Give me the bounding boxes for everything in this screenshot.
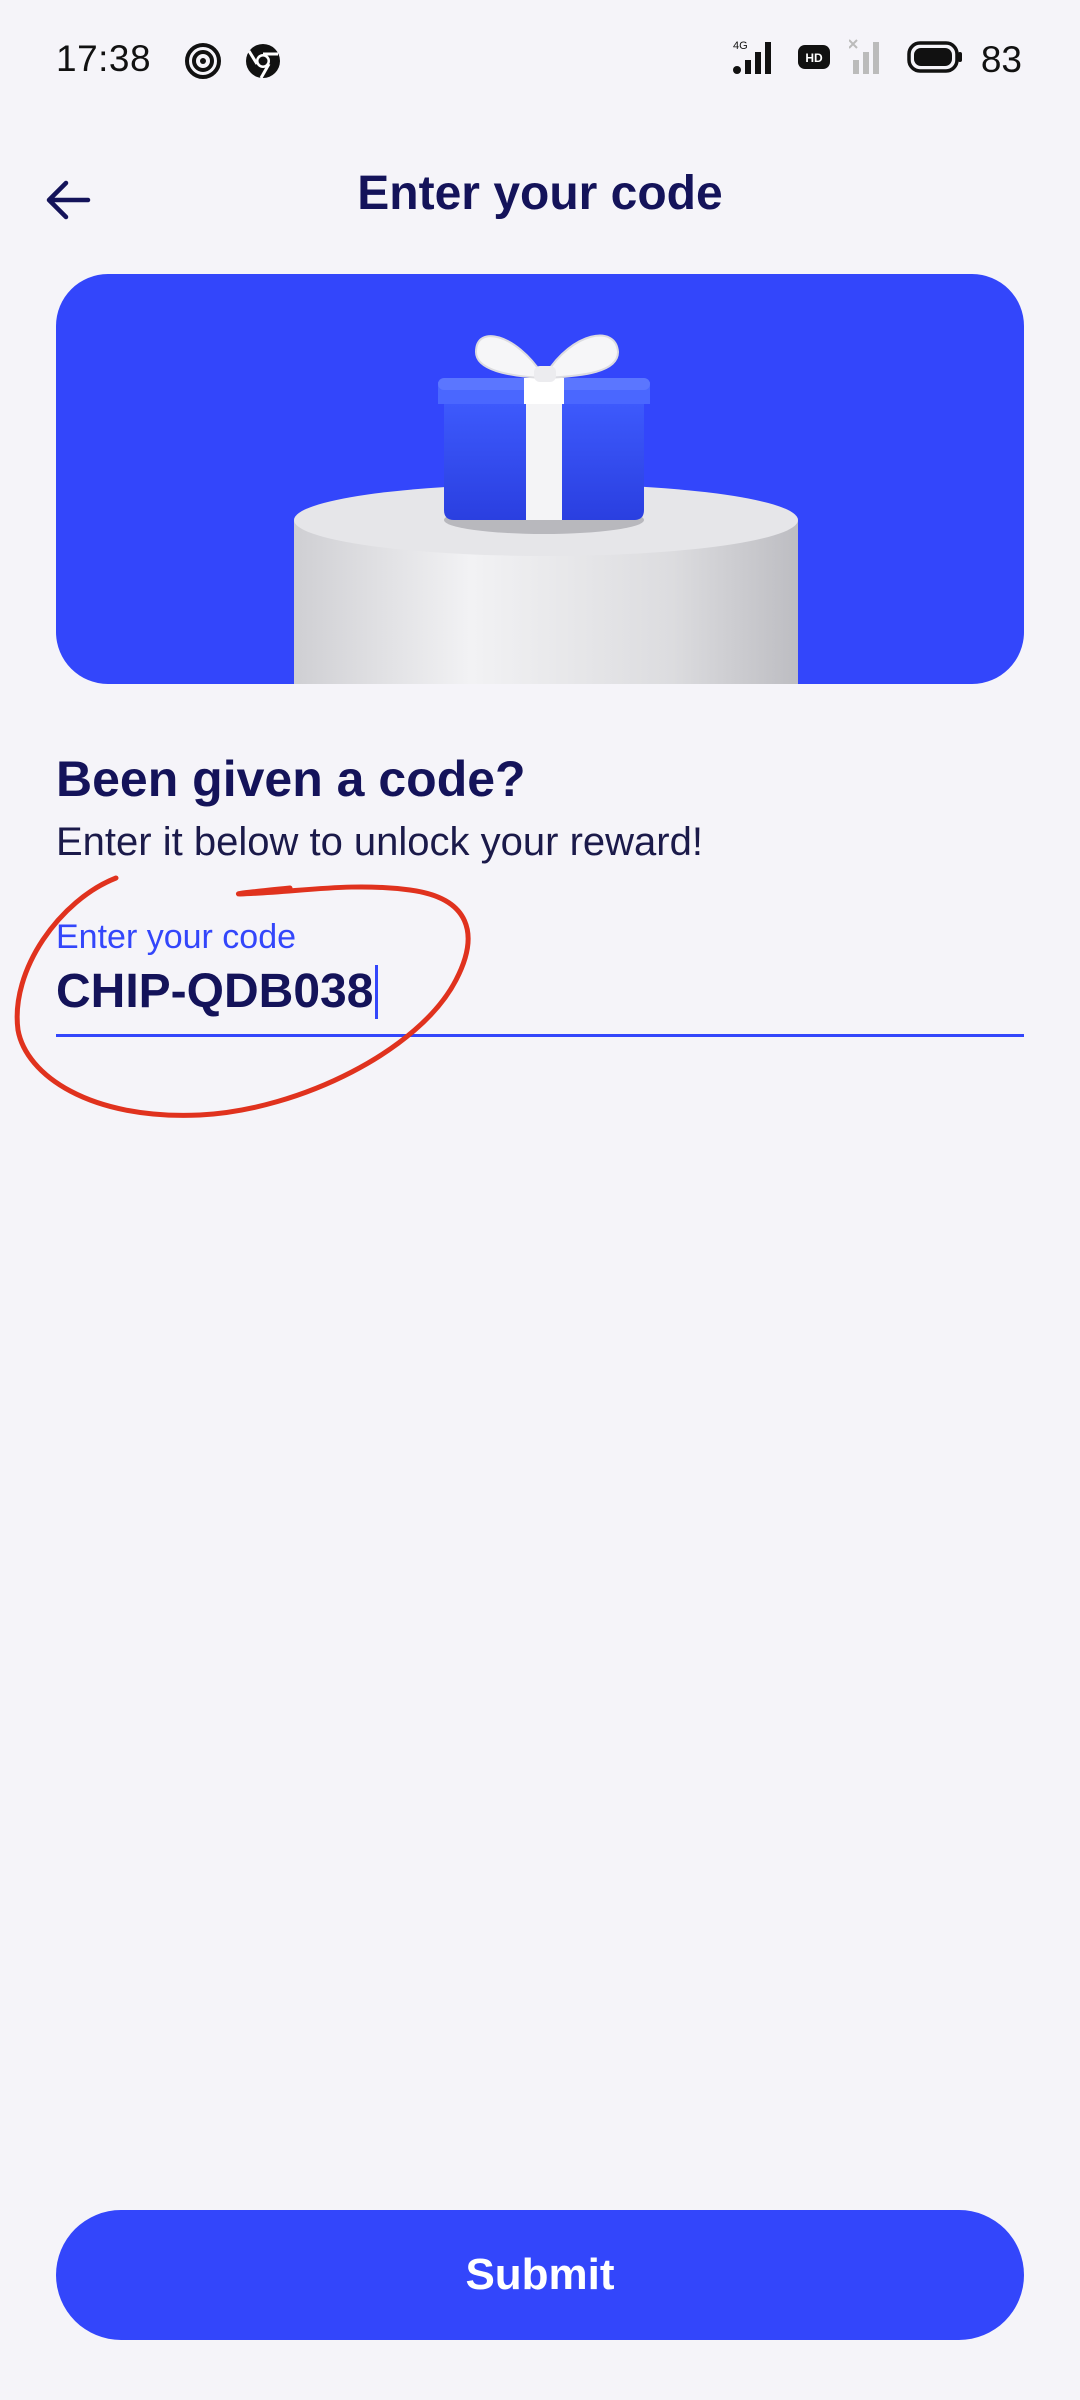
- page-title: Enter your code: [357, 167, 723, 220]
- headline: Been given a code?: [56, 751, 526, 807]
- status-left-icons: [184, 42, 282, 85]
- svg-text:HD: HD: [805, 51, 823, 65]
- code-input[interactable]: CHIP-QDB038: [56, 964, 379, 1019]
- battery-icon: [907, 40, 963, 79]
- code-input-label: Enter your code: [56, 918, 297, 956]
- signal-weak-icon: [848, 38, 889, 81]
- status-right-icons: 4G HD 83: [732, 38, 1022, 81]
- code-input-value: CHIP-QDB038: [56, 965, 374, 1018]
- chrome-icon: [244, 42, 282, 85]
- header: Enter your code: [0, 150, 1080, 250]
- submit-button[interactable]: Submit: [56, 2210, 1024, 2340]
- gift-box-illustration: [294, 334, 798, 684]
- code-input-field[interactable]: Enter your code CHIP-QDB038: [56, 916, 1024, 1037]
- battery-level: 83: [980, 38, 1022, 80]
- text-caret: [375, 964, 379, 1019]
- reward-banner: [56, 274, 1024, 684]
- status-bar: 17:38 4G HD 83: [0, 0, 1080, 120]
- signal-icon: 4G: [732, 38, 779, 81]
- target-icon: [184, 42, 222, 85]
- status-time: 17:38: [56, 38, 152, 79]
- network-type-label: 4G: [733, 40, 748, 52]
- hd-icon: HD: [797, 42, 831, 77]
- subline: Enter it below to unlock your reward!: [56, 820, 703, 864]
